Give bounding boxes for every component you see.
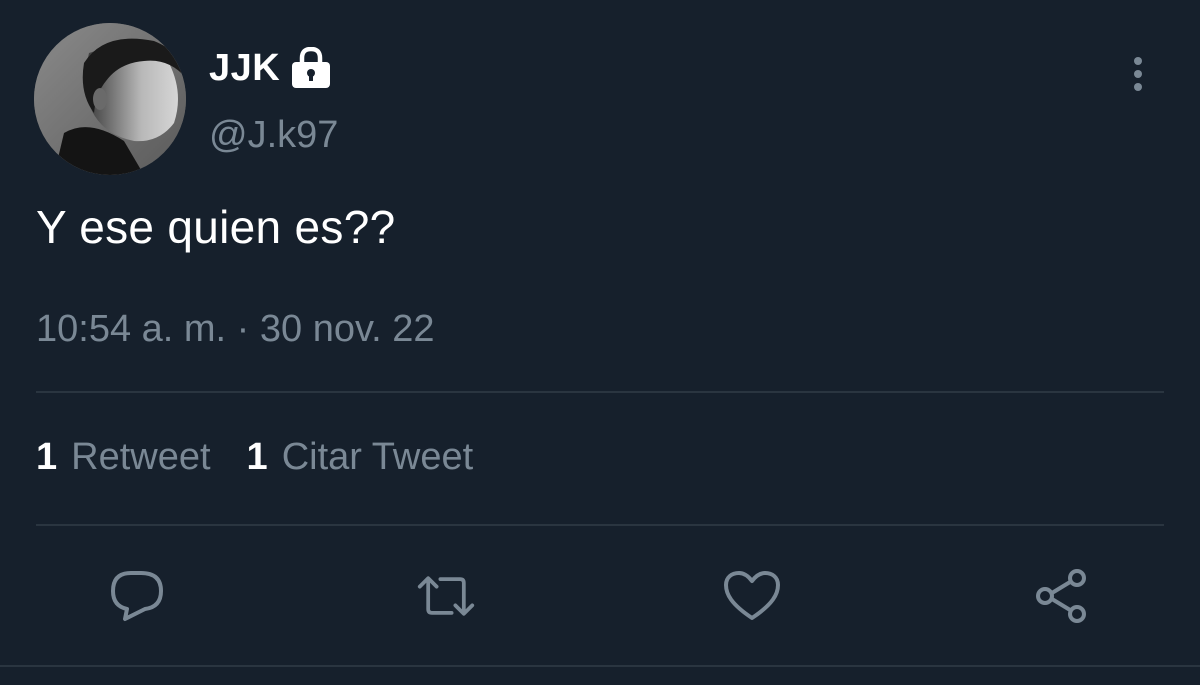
retweet-label: Retweet — [71, 436, 211, 478]
avatar[interactable] — [34, 23, 186, 175]
vertical-ellipsis-icon — [1134, 57, 1142, 91]
retweet-count: 1 — [36, 436, 58, 478]
retweet-count-link[interactable]: 1 Retweet — [36, 436, 211, 479]
tweet-timestamp[interactable]: 10:54 a. m. · 30 nov. 22 — [36, 308, 435, 351]
quote-tweet-count: 1 — [246, 436, 268, 478]
more-options-button[interactable] — [1122, 50, 1154, 98]
retweet-icon — [417, 576, 475, 616]
divider — [0, 665, 1200, 667]
reply-button[interactable] — [107, 566, 167, 626]
tweet-detail: JJK @J.k97 Y ese quien es?? 10:54 a. m. … — [0, 0, 1200, 685]
like-icon — [724, 571, 780, 620]
divider — [36, 391, 1164, 393]
reply-icon — [111, 571, 163, 621]
display-name[interactable]: JJK — [209, 47, 280, 90]
tweet-text: Y ese quien es?? — [36, 201, 396, 253]
lock-icon — [288, 47, 334, 89]
divider — [36, 524, 1164, 526]
share-icon — [1036, 569, 1086, 623]
retweet-button[interactable] — [416, 566, 476, 626]
tweet-stats: 1 Retweet 1 Citar Tweet — [36, 436, 509, 479]
share-button[interactable] — [1032, 566, 1092, 626]
avatar-image — [34, 23, 186, 175]
user-handle[interactable]: @J.k97 — [209, 114, 338, 157]
like-button[interactable] — [722, 566, 782, 626]
quote-tweet-count-link[interactable]: 1 Citar Tweet — [247, 436, 474, 479]
display-name-row: JJK — [209, 44, 334, 92]
quote-tweet-label: Citar Tweet — [281, 436, 474, 478]
